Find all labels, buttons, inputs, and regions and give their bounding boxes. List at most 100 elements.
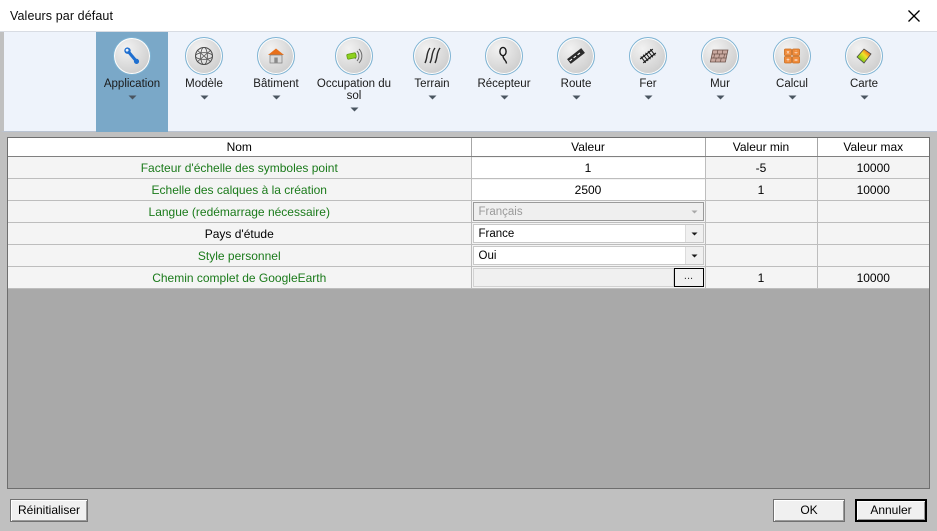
- row-min: -5: [705, 156, 818, 179]
- chevron-down-icon[interactable]: [200, 95, 209, 100]
- ribbon-tab-label: Calcul: [776, 78, 808, 90]
- building-icon: [257, 37, 295, 75]
- row-max: [817, 244, 929, 267]
- ribbon-tab-application[interactable]: Application: [96, 32, 168, 132]
- row-min: 1: [705, 178, 818, 201]
- googleearth-path-input[interactable]: [472, 268, 674, 287]
- ribbon-tab-recepteur[interactable]: Récepteur: [468, 32, 540, 132]
- table-row[interactable]: Pays d'étude France: [8, 222, 929, 245]
- row-max: [817, 200, 929, 223]
- row-name: Facteur d'échelle des symboles point: [8, 156, 472, 179]
- row-name: Chemin complet de GoogleEarth: [8, 266, 472, 289]
- ribbon-tab-label: Carte: [849, 78, 879, 90]
- ribbon-tab-label: Fer: [639, 78, 657, 90]
- column-header-nom[interactable]: Nom: [8, 138, 472, 157]
- row-value-editor[interactable]: ...: [471, 266, 706, 289]
- row-max: 10000: [817, 178, 929, 201]
- ribbon-tab-label: Route: [560, 78, 592, 90]
- railway-icon: [629, 37, 667, 75]
- ribbon-tab-batiment[interactable]: Bâtiment: [240, 32, 312, 132]
- defaults-dialog: Valeurs par défaut Application Modèle Bâ…: [0, 0, 937, 531]
- language-dropdown: Français: [472, 202, 704, 221]
- footer-actions: OK Annuler: [773, 498, 927, 522]
- value-text[interactable]: 1: [471, 157, 705, 178]
- column-header-valeur-min[interactable]: Valeur min: [705, 138, 818, 157]
- row-min: 1: [705, 266, 818, 289]
- wall-icon: [701, 37, 739, 75]
- ok-button[interactable]: OK: [773, 498, 845, 522]
- reset-button[interactable]: Réinitialiser: [10, 498, 88, 522]
- ribbon-tab-occupation-du-sol[interactable]: Occupation du sol: [312, 32, 396, 132]
- row-value-editor[interactable]: 1: [471, 156, 706, 179]
- chevron-down-icon[interactable]: [572, 95, 581, 100]
- browse-button[interactable]: ...: [673, 268, 704, 287]
- chevron-down-icon[interactable]: [272, 95, 281, 100]
- ribbon-tab-mur[interactable]: Mur: [684, 32, 756, 132]
- ribbon-tab-carte[interactable]: Carte: [828, 32, 900, 132]
- chevron-down-icon[interactable]: [500, 95, 509, 100]
- row-value-editor[interactable]: France: [471, 222, 706, 245]
- road-icon: [557, 37, 595, 75]
- cancel-button[interactable]: Annuler: [855, 498, 927, 522]
- dropdown-value: Français: [478, 205, 523, 218]
- receiver-icon: [485, 37, 523, 75]
- country-dropdown[interactable]: France: [472, 224, 704, 243]
- ribbon-toolbar: Application Modèle Bâtiment Occupation d…: [0, 32, 937, 132]
- chevron-down-icon[interactable]: [684, 247, 703, 264]
- defaults-table: Nom Valeur Valeur min Valeur max Facteur…: [7, 137, 930, 489]
- close-icon[interactable]: [891, 0, 937, 31]
- table-row[interactable]: Style personnel Oui: [8, 244, 929, 267]
- svg-text:+: +: [786, 58, 790, 64]
- properties-grid: Nom Valeur Valeur min Valeur max Facteur…: [8, 138, 929, 289]
- row-name: Style personnel: [8, 244, 472, 267]
- table-header-row: Nom Valeur Valeur min Valeur max: [8, 138, 929, 157]
- row-min: [705, 200, 818, 223]
- landuse-icon: [335, 37, 373, 75]
- row-max: 10000: [817, 266, 929, 289]
- custom-style-dropdown[interactable]: Oui: [472, 246, 704, 265]
- table-row[interactable]: Chemin complet de GoogleEarth ... 1 1000…: [8, 266, 929, 289]
- row-value-editor[interactable]: Oui: [471, 244, 706, 267]
- svg-text:=: =: [794, 58, 798, 64]
- ribbon-tab-label: Application: [103, 78, 161, 90]
- chevron-down-icon[interactable]: [860, 95, 869, 100]
- row-name: Pays d'étude: [8, 222, 472, 245]
- ribbon-tab-label: Occupation du sol: [316, 78, 392, 102]
- chevron-down-icon[interactable]: [684, 225, 703, 242]
- wrench-icon: [113, 37, 151, 75]
- chevron-down-icon[interactable]: [644, 95, 653, 100]
- ribbon-tab-label: Mur: [710, 78, 730, 90]
- chevron-down-icon[interactable]: [788, 95, 797, 100]
- ribbon-tab-fer[interactable]: Fer: [612, 32, 684, 132]
- ribbon-tab-label: Terrain: [414, 78, 450, 90]
- svg-text:×: ×: [786, 50, 790, 56]
- row-name: Langue (redémarrage nécessaire): [8, 200, 472, 223]
- row-min: [705, 244, 818, 267]
- ribbon-tab-terrain[interactable]: Terrain: [396, 32, 468, 132]
- table-row[interactable]: Langue (redémarrage nécessaire) Français: [8, 200, 929, 223]
- dropdown-value: France: [478, 227, 515, 240]
- colormap-icon: [845, 37, 883, 75]
- row-value-editor[interactable]: 2500: [471, 178, 706, 201]
- dialog-footer: Réinitialiser OK Annuler: [0, 489, 937, 531]
- row-value-editor: Français: [471, 200, 706, 223]
- column-header-valeur-max[interactable]: Valeur max: [817, 138, 929, 157]
- row-min: [705, 222, 818, 245]
- chevron-down-icon[interactable]: [350, 107, 359, 112]
- column-header-valeur[interactable]: Valeur: [471, 138, 706, 157]
- chevron-down-icon[interactable]: [428, 95, 437, 100]
- googleearth-path-editor[interactable]: ...: [472, 268, 704, 287]
- row-max: [817, 222, 929, 245]
- chevron-down-icon[interactable]: [716, 95, 725, 100]
- ribbon-tab-label: Modèle: [185, 78, 223, 90]
- ribbon-tab-calcul[interactable]: × ÷ + = Calcul: [756, 32, 828, 132]
- chevron-down-icon[interactable]: [128, 95, 137, 100]
- globe-mesh-icon: [185, 37, 223, 75]
- table-row[interactable]: Facteur d'échelle des symboles point 1 -…: [8, 156, 929, 179]
- title-bar: Valeurs par défaut: [0, 0, 937, 32]
- chevron-down-icon: [685, 203, 703, 220]
- ribbon-tab-route[interactable]: Route: [540, 32, 612, 132]
- value-text[interactable]: 2500: [471, 179, 705, 200]
- ribbon-tab-modele[interactable]: Modèle: [168, 32, 240, 132]
- table-row[interactable]: Echelle des calques à la création 2500 1…: [8, 178, 929, 201]
